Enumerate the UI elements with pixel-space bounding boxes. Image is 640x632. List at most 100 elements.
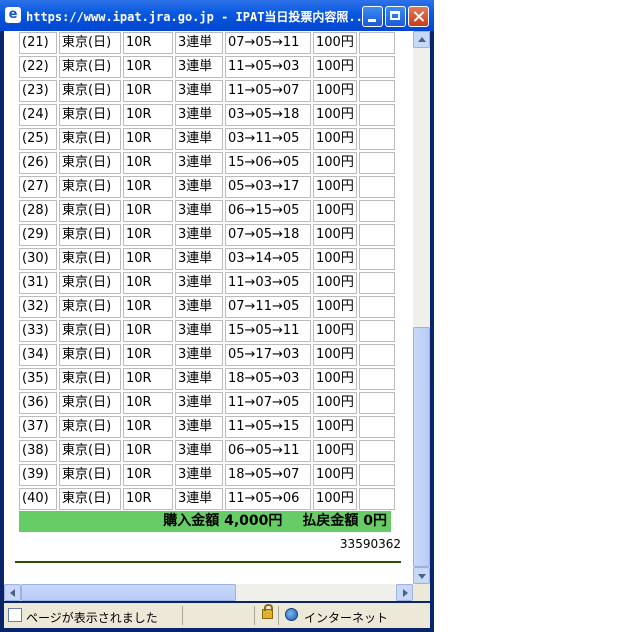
bet-type-cell: 3連単	[175, 368, 223, 390]
bet-type-cell: 3連単	[175, 176, 223, 198]
bet-combo-cell: 18→05→03	[225, 368, 311, 390]
vertical-scroll-thumb[interactable]	[413, 327, 430, 567]
bet-combo-cell: 07→05→18	[225, 224, 311, 246]
table-row: (29) 東京(日) 10R 3連単 07→05→18 100円	[19, 224, 395, 246]
bet-no-cell: (21)	[19, 32, 57, 54]
bet-amount-cell: 100円	[313, 320, 357, 342]
bet-amount-cell: 100円	[313, 80, 357, 102]
purchase-value: 4,000円	[224, 513, 283, 529]
bet-combo-cell: 05→03→17	[225, 176, 311, 198]
bet-amount-cell: 100円	[313, 128, 357, 150]
bet-no-cell: (33)	[19, 320, 57, 342]
table-row: (35) 東京(日) 10R 3連単 18→05→03 100円	[19, 368, 395, 390]
bet-amount-cell: 100円	[313, 104, 357, 126]
bet-combo-cell: 03→05→18	[225, 104, 311, 126]
table-row: (34) 東京(日) 10R 3連単 05→17→03 100円	[19, 344, 395, 366]
bet-type-cell: 3連単	[175, 152, 223, 174]
bet-blank-cell	[359, 464, 395, 486]
bet-place-cell: 東京(日)	[59, 392, 121, 414]
bet-combo-cell: 11→05→06	[225, 488, 311, 510]
bet-place-cell: 東京(日)	[59, 176, 121, 198]
bet-combo-cell: 11→03→05	[225, 272, 311, 294]
bet-blank-cell	[359, 224, 395, 246]
divider	[15, 561, 401, 563]
table-row: (27) 東京(日) 10R 3連単 05→03→17 100円	[19, 176, 395, 198]
bet-combo-cell: 11→05→15	[225, 416, 311, 438]
bet-type-cell: 3連単	[175, 416, 223, 438]
bet-blank-cell	[359, 296, 395, 318]
bet-blank-cell	[359, 200, 395, 222]
bet-place-cell: 東京(日)	[59, 440, 121, 462]
bet-type-cell: 3連単	[175, 296, 223, 318]
bet-combo-cell: 03→14→05	[225, 248, 311, 270]
bet-no-cell: (36)	[19, 392, 57, 414]
bet-race-cell: 10R	[123, 320, 173, 342]
bet-amount-cell: 100円	[313, 296, 357, 318]
title-bar[interactable]: e https://www.ipat.jra.go.jp - IPAT当日投票内…	[0, 0, 434, 31]
status-separator	[254, 606, 255, 625]
table-row: (37) 東京(日) 10R 3連単 11→05→15 100円	[19, 416, 395, 438]
bet-race-cell: 10R	[123, 128, 173, 150]
bet-combo-cell: 18→05→07	[225, 464, 311, 486]
window-title: https://www.ipat.jra.go.jp - IPAT当日投票内容照…	[26, 10, 371, 24]
bet-blank-cell	[359, 152, 395, 174]
table-row: (38) 東京(日) 10R 3連単 06→05→11 100円	[19, 440, 395, 462]
bet-type-cell: 3連単	[175, 56, 223, 78]
bet-blank-cell	[359, 32, 395, 54]
status-separator	[182, 606, 183, 625]
summary-bar: 購入金額 4,000円 払戻金額 0円	[19, 511, 391, 532]
minimize-button[interactable]	[362, 6, 383, 27]
bet-race-cell: 10R	[123, 464, 173, 486]
bet-combo-cell: 07→05→11	[225, 32, 311, 54]
vertical-scrollbar[interactable]	[413, 31, 430, 584]
bet-race-cell: 10R	[123, 56, 173, 78]
bet-combo-cell: 15→05→11	[225, 320, 311, 342]
close-button[interactable]	[408, 6, 429, 27]
bet-type-cell: 3連単	[175, 272, 223, 294]
bet-combo-cell: 11→07→05	[225, 392, 311, 414]
page-content: (21) 東京(日) 10R 3連単 07→05→11 100円 (22) 東京(日) 10R 3…	[4, 31, 413, 584]
scroll-left-icon[interactable]	[4, 584, 21, 601]
bet-place-cell: 東京(日)	[59, 296, 121, 318]
scroll-up-icon[interactable]	[413, 31, 430, 48]
page-icon	[8, 608, 22, 622]
table-row: (24) 東京(日) 10R 3連単 03→05→18 100円	[19, 104, 395, 126]
horizontal-scrollbar[interactable]	[4, 584, 413, 601]
scroll-down-icon[interactable]	[413, 567, 430, 584]
browser-window: e https://www.ipat.jra.go.jp - IPAT当日投票内…	[0, 0, 434, 632]
bet-no-cell: (23)	[19, 80, 57, 102]
bet-place-cell: 東京(日)	[59, 416, 121, 438]
bet-amount-cell: 100円	[313, 32, 357, 54]
bet-race-cell: 10R	[123, 80, 173, 102]
bet-race-cell: 10R	[123, 152, 173, 174]
bet-place-cell: 東京(日)	[59, 128, 121, 150]
bet-blank-cell	[359, 248, 395, 270]
bet-place-cell: 東京(日)	[59, 104, 121, 126]
bet-race-cell: 10R	[123, 392, 173, 414]
bet-amount-cell: 100円	[313, 176, 357, 198]
bet-blank-cell	[359, 320, 395, 342]
bet-amount-cell: 100円	[313, 56, 357, 78]
table-row: (28) 東京(日) 10R 3連単 06→15→05 100円	[19, 200, 395, 222]
bet-race-cell: 10R	[123, 200, 173, 222]
bet-amount-cell: 100円	[313, 488, 357, 510]
maximize-button[interactable]	[385, 6, 406, 27]
bet-combo-cell: 06→05→11	[225, 440, 311, 462]
bet-combo-cell: 11→05→03	[225, 56, 311, 78]
bet-blank-cell	[359, 416, 395, 438]
bet-no-cell: (24)	[19, 104, 57, 126]
bet-blank-cell	[359, 80, 395, 102]
table-row: (25) 東京(日) 10R 3連単 03→11→05 100円	[19, 128, 395, 150]
bet-no-cell: (34)	[19, 344, 57, 366]
table-row: (22) 東京(日) 10R 3連単 11→05→03 100円	[19, 56, 395, 78]
table-row: (30) 東京(日) 10R 3連単 03→14→05 100円	[19, 248, 395, 270]
bet-combo-cell: 07→11→05	[225, 296, 311, 318]
bet-type-cell: 3連単	[175, 464, 223, 486]
bet-place-cell: 東京(日)	[59, 368, 121, 390]
bet-race-cell: 10R	[123, 224, 173, 246]
bet-no-cell: (25)	[19, 128, 57, 150]
bet-no-cell: (39)	[19, 464, 57, 486]
horizontal-scroll-thumb[interactable]	[21, 584, 236, 601]
scroll-right-icon[interactable]	[396, 584, 413, 601]
bet-no-cell: (22)	[19, 56, 57, 78]
